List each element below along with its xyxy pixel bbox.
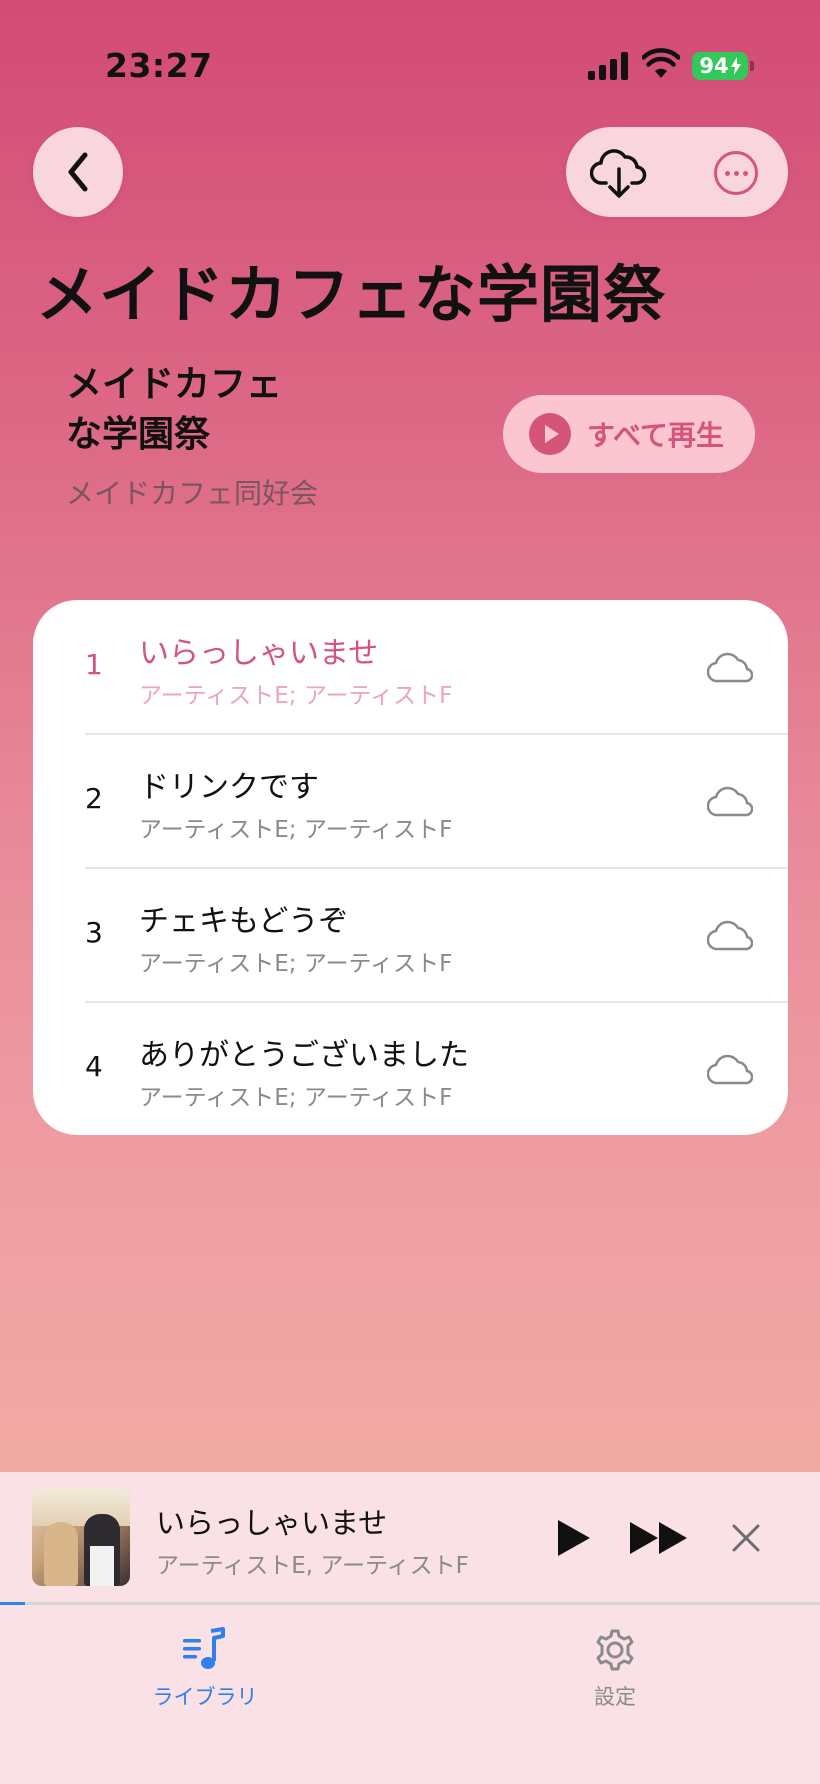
track-artist: アーティストE; アーティストF	[139, 683, 453, 709]
more-options-button[interactable]	[714, 151, 758, 195]
status-time: 23:27	[105, 46, 213, 85]
cloud-icon[interactable]	[707, 1054, 753, 1086]
music-library-icon	[183, 1627, 225, 1669]
header-actions	[566, 127, 788, 217]
gear-icon	[596, 1629, 634, 1671]
play-circle-icon	[529, 413, 571, 455]
cloud-icon[interactable]	[707, 652, 753, 684]
page-title: メイドカフェな学園祭	[36, 258, 667, 331]
now-playing-artist: アーティストE, アーティストF	[156, 1553, 469, 1579]
chevron-left-icon	[68, 152, 88, 192]
wifi-icon	[642, 48, 680, 78]
track-row[interactable]: 2 ドリンクです アーティストE; アーティストF	[33, 734, 788, 868]
fast-forward-icon[interactable]	[628, 1520, 690, 1556]
cloud-download-icon[interactable]	[590, 145, 648, 199]
album-title-line2: な学園祭	[66, 414, 211, 455]
track-number: 4	[85, 1050, 103, 1083]
play-all-label: すべて再生	[587, 419, 724, 452]
battery-level: 94	[699, 54, 729, 78]
cellular-signal-icon	[588, 52, 630, 80]
track-artist: アーティストE; アーティストF	[139, 817, 453, 843]
close-icon[interactable]	[730, 1522, 762, 1554]
track-title: チェキもどうぞ	[139, 904, 349, 939]
now-playing-title: いらっしゃいませ	[156, 1506, 388, 1540]
track-list: 1 いらっしゃいませ アーティストE; アーティストF 2 ドリンクです アーテ…	[33, 600, 788, 1135]
cloud-icon[interactable]	[707, 786, 753, 818]
track-number: 1	[85, 648, 103, 681]
track-row[interactable]: 4 ありがとうございました アーティストE; アーティストF	[33, 1002, 788, 1135]
track-row[interactable]: 1 いらっしゃいませ アーティストE; アーティストF	[33, 600, 788, 734]
tab-settings-label: 設定	[594, 1685, 636, 1709]
play-icon[interactable]	[554, 1518, 592, 1558]
track-number: 2	[85, 782, 103, 815]
track-title: ドリンクです	[139, 770, 319, 805]
album-artwork	[32, 1488, 130, 1586]
album-title-line1: メイドカフェ	[66, 364, 283, 405]
track-artist: アーティストE; アーティストF	[139, 1085, 453, 1111]
battery-tip	[750, 61, 754, 71]
charging-bolt-icon	[730, 57, 741, 75]
track-number: 3	[85, 916, 103, 949]
play-all-button[interactable]: すべて再生	[503, 395, 755, 473]
cloud-icon[interactable]	[707, 920, 753, 952]
tab-library-label: ライブラリ	[152, 1685, 258, 1709]
ellipsis-dot	[724, 170, 730, 176]
ellipsis-dot	[742, 170, 748, 176]
album-artist: メイドカフェ同好会	[66, 477, 319, 510]
track-title: ありがとうございました	[139, 1038, 469, 1073]
tab-bar: ライブラリ 設定	[0, 1605, 820, 1784]
album-title: メイドカフェ な学園祭	[66, 360, 366, 460]
back-button[interactable]	[33, 127, 123, 217]
track-title: いらっしゃいませ	[139, 636, 379, 671]
track-row[interactable]: 3 チェキもどうぞ アーティストE; アーティストF	[33, 868, 788, 1002]
ellipsis-dot	[733, 170, 739, 176]
tab-library[interactable]: ライブラリ	[105, 1627, 305, 1711]
tab-settings[interactable]: 設定	[515, 1627, 715, 1711]
battery-indicator: 94	[692, 52, 748, 80]
mini-player[interactable]: いらっしゃいませ アーティストE, アーティストF	[0, 1472, 820, 1604]
track-artist: アーティストE; アーティストF	[139, 951, 453, 977]
status-bar: 23:27 94	[0, 0, 820, 120]
